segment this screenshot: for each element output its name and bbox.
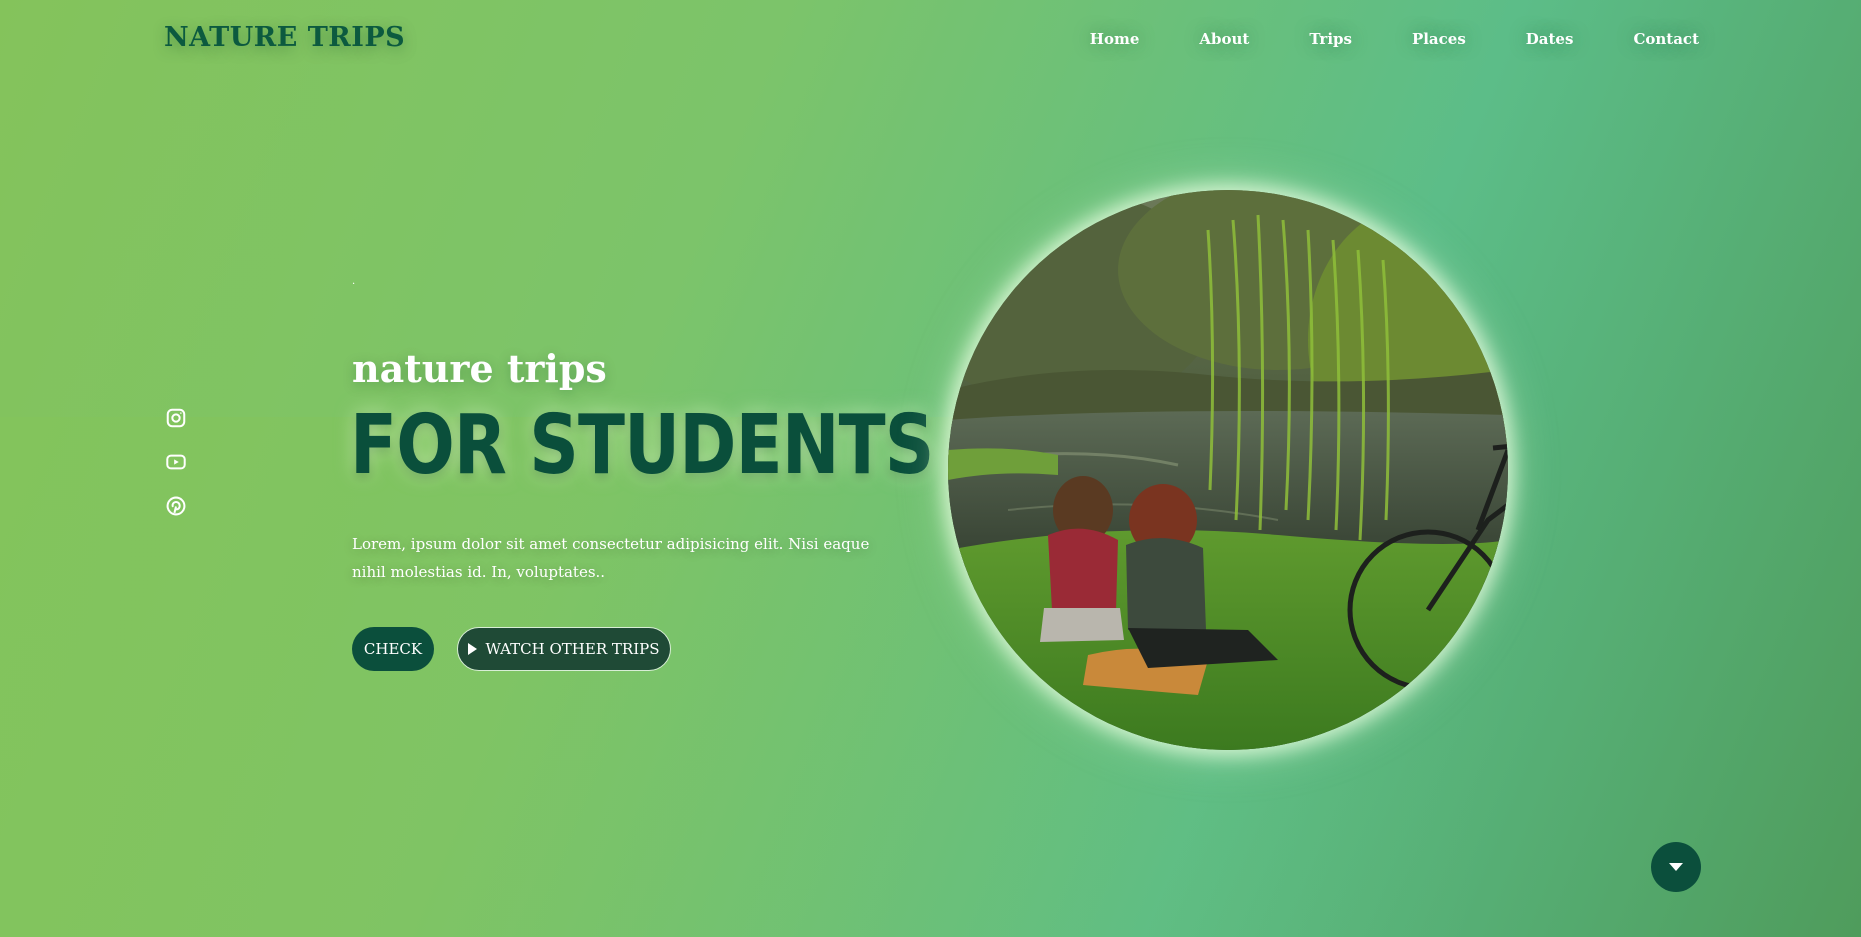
play-icon [468, 643, 478, 655]
scroll-down-button[interactable] [1651, 842, 1701, 892]
social-links [164, 406, 188, 518]
pinterest-icon[interactable] [164, 494, 188, 518]
nav-home[interactable]: Home [1090, 30, 1140, 48]
watch-other-trips-button[interactable]: WATCH OTHER TRIPS [457, 627, 671, 671]
hero-dot: . [352, 276, 356, 287]
instagram-icon[interactable] [164, 406, 188, 430]
nav-trips[interactable]: Trips [1309, 30, 1352, 48]
hero-subtitle: nature trips [352, 346, 607, 391]
caret-down-icon [1669, 863, 1683, 871]
check-button-label: CHECK [363, 640, 423, 658]
watch-button-label: WATCH OTHER TRIPS [485, 640, 660, 658]
nav-contact[interactable]: Contact [1633, 30, 1699, 48]
hero-photo [948, 190, 1508, 750]
site-logo[interactable]: NATURE TRIPS [164, 22, 405, 53]
main-nav: Home About Trips Places Dates Contact [1030, 30, 1699, 48]
hero-title: FOR STUDENTS [350, 398, 934, 493]
nav-dates[interactable]: Dates [1526, 30, 1574, 48]
check-button[interactable]: CHECK [352, 627, 434, 671]
background-glow [0, 417, 1861, 937]
nav-about[interactable]: About [1199, 30, 1249, 48]
youtube-icon[interactable] [164, 450, 188, 474]
nav-places[interactable]: Places [1412, 30, 1466, 48]
hero-description: Lorem, ipsum dolor sit amet consectetur … [352, 535, 870, 581]
